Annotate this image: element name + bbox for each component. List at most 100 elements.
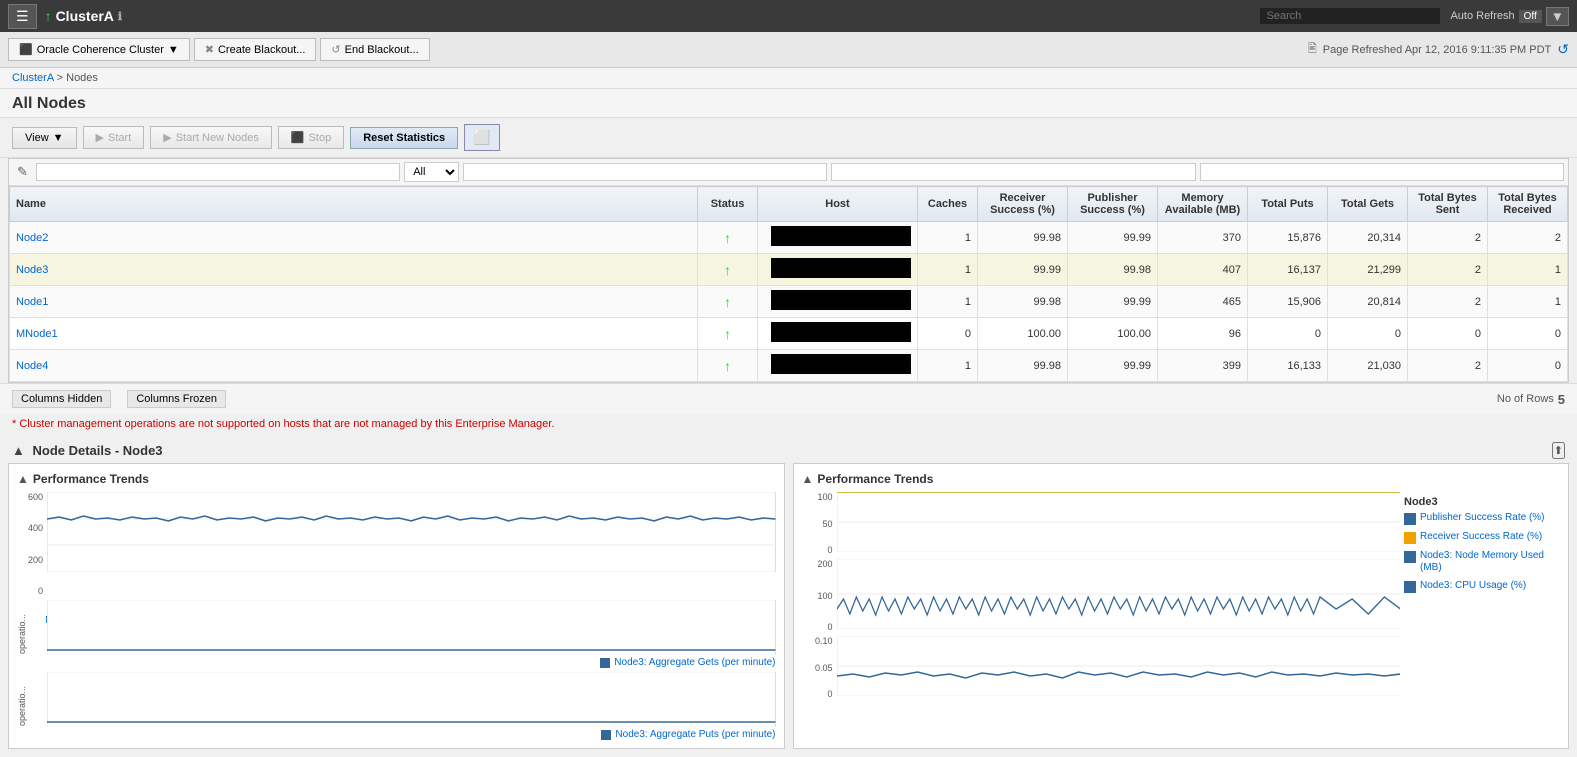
rows-info: No of Rows 5 bbox=[1497, 392, 1565, 407]
start-new-nodes-icon: ▶ bbox=[163, 131, 171, 144]
right-chart-2-y-axis: 200 100 0 bbox=[802, 559, 837, 632]
right-chart-3-y-axis: 0.10 0.05 0 bbox=[802, 636, 837, 699]
cell-total-bytes-sent: 2 bbox=[1408, 286, 1488, 318]
page-title: All Nodes bbox=[12, 95, 1565, 113]
cell-name[interactable]: Node1 bbox=[10, 286, 698, 318]
start-new-nodes-label: Start New Nodes bbox=[176, 132, 259, 144]
cell-total-puts: 15,906 bbox=[1248, 286, 1328, 318]
status-icon: ↑ bbox=[724, 326, 731, 342]
name-filter-input[interactable] bbox=[36, 163, 400, 181]
col-status[interactable]: Status bbox=[698, 187, 758, 222]
nav-bar: ⬛ Oracle Coherence Cluster ▼ ✖ Create Bl… bbox=[0, 32, 1577, 68]
reset-statistics-button[interactable]: Reset Statistics bbox=[350, 127, 458, 149]
search-input[interactable] bbox=[1260, 8, 1440, 24]
memory-used-legend-color bbox=[1404, 551, 1416, 563]
table-row: Node2 ↑ 1 99.98 99.99 370 15,876 20,314 … bbox=[10, 222, 1568, 254]
y-0-ch1: 0 bbox=[38, 586, 43, 596]
start-button[interactable]: ▶ Start bbox=[83, 126, 145, 149]
left-chart-3-container: operatio... Node3: Aggregate Puts (per m… bbox=[17, 672, 776, 740]
edit-icon[interactable]: ✎ bbox=[13, 162, 32, 182]
col-host[interactable]: Host bbox=[758, 187, 918, 222]
breadcrumb-cluster-link[interactable]: ClusterA bbox=[12, 72, 54, 84]
col-total-bytes-received[interactable]: Total BytesReceived bbox=[1488, 187, 1568, 222]
right-chart-arrow: ▲ bbox=[802, 472, 814, 486]
cell-caches: 1 bbox=[918, 286, 978, 318]
legend-item-cpu: Node3: CPU Usage (%) bbox=[1404, 580, 1556, 593]
node-details-collapse-button[interactable]: ⬆ bbox=[1552, 442, 1565, 459]
r-y-0-c2: 0 bbox=[827, 622, 832, 632]
info-icon[interactable]: ℹ bbox=[118, 10, 122, 23]
right-chart-3 bbox=[837, 636, 1401, 699]
left-chart-3-y-label: operatio... bbox=[17, 672, 47, 740]
table-body: Node2 ↑ 1 99.98 99.99 370 15,876 20,314 … bbox=[10, 222, 1568, 382]
end-blackout-button[interactable]: ↺ End Blackout... bbox=[320, 38, 429, 61]
export-button[interactable]: ⬜ bbox=[464, 124, 499, 151]
right-chart-2 bbox=[837, 559, 1401, 632]
col-caches[interactable]: Caches bbox=[918, 187, 978, 222]
hamburger-button[interactable]: ☰ bbox=[8, 4, 37, 29]
reset-statistics-label: Reset Statistics bbox=[363, 132, 445, 144]
view-button[interactable]: View ▼ bbox=[12, 127, 77, 149]
right-chart-1-container: 100 50 0 bbox=[802, 492, 1401, 555]
cell-status: ↑ bbox=[698, 222, 758, 254]
left-chart-2-legend: Node3: Aggregate Gets (per minute) bbox=[47, 657, 776, 668]
rows-count: 5 bbox=[1558, 392, 1565, 407]
right-chart-title-text: Performance Trends bbox=[817, 472, 933, 486]
start-new-nodes-button[interactable]: ▶ Start New Nodes bbox=[150, 126, 272, 149]
warning-text: * Cluster management operations are not … bbox=[12, 418, 554, 430]
cell-total-bytes-sent: 0 bbox=[1408, 318, 1488, 350]
section-collapse-icon[interactable]: ▲ bbox=[12, 443, 25, 458]
columns-hidden-button[interactable]: Columns Hidden bbox=[12, 390, 111, 408]
legend-item-memory-used: Node3: Node Memory Used (MB) bbox=[1404, 550, 1556, 574]
col-total-bytes-sent[interactable]: Total BytesSent bbox=[1408, 187, 1488, 222]
cell-publisher-success: 99.99 bbox=[1068, 350, 1158, 382]
host-filter-input[interactable] bbox=[463, 163, 827, 181]
left-chart-3: Node3: Aggregate Puts (per minute) bbox=[47, 672, 776, 740]
right-charts-column: 100 50 0 bbox=[802, 492, 1401, 699]
col-total-gets[interactable]: Total Gets bbox=[1328, 187, 1408, 222]
cell-name[interactable]: MNode1 bbox=[10, 318, 698, 350]
stop-button[interactable]: ⬛ Stop bbox=[278, 126, 344, 149]
left-chart-2: Node3: Aggregate Gets (per minute) bbox=[47, 600, 776, 668]
col-name[interactable]: Name bbox=[10, 187, 698, 222]
charts-area: ▲ Performance Trends 600 400 200 0 bbox=[0, 463, 1577, 757]
nodes-table-container: ✎ All Name Status Host Caches ReceiverSu… bbox=[8, 158, 1569, 383]
col-receiver-success[interactable]: ReceiverSuccess (%) bbox=[978, 187, 1068, 222]
cell-name[interactable]: Node4 bbox=[10, 350, 698, 382]
cell-name[interactable]: Node3 bbox=[10, 254, 698, 286]
cell-total-bytes-received: 0 bbox=[1488, 350, 1568, 382]
cell-memory-available: 370 bbox=[1158, 222, 1248, 254]
right-chart-1-svg bbox=[837, 492, 1401, 552]
right-chart-3-svg bbox=[837, 636, 1401, 696]
cell-total-bytes-sent: 2 bbox=[1408, 350, 1488, 382]
cell-memory-available: 407 bbox=[1158, 254, 1248, 286]
col-memory-available[interactable]: MemoryAvailable (MB) bbox=[1158, 187, 1248, 222]
publisher-legend-label[interactable]: Publisher Success Rate (%) bbox=[1420, 512, 1545, 524]
left-chart-1-svg bbox=[47, 492, 776, 572]
columns-frozen-button[interactable]: Columns Frozen bbox=[127, 390, 226, 408]
filter-row: ✎ All bbox=[9, 159, 1568, 186]
col-total-puts[interactable]: Total Puts bbox=[1248, 187, 1328, 222]
cell-host bbox=[758, 318, 918, 350]
coherence-icon: ⬛ bbox=[19, 43, 33, 56]
col-publisher-success[interactable]: PublisherSuccess (%) bbox=[1068, 187, 1158, 222]
receiver-legend-label[interactable]: Receiver Success Rate (%) bbox=[1420, 531, 1542, 543]
r-y-005: 0.05 bbox=[815, 663, 833, 673]
right-chart-1 bbox=[837, 492, 1401, 555]
memory-used-legend-label[interactable]: Node3: Node Memory Used (MB) bbox=[1420, 550, 1556, 574]
auto-refresh-dropdown[interactable]: ▼ bbox=[1546, 7, 1569, 26]
cpu-legend-label[interactable]: Node3: CPU Usage (%) bbox=[1420, 580, 1526, 592]
breadcrumb-separator: > bbox=[54, 72, 67, 84]
oracle-coherence-cluster-button[interactable]: ⬛ Oracle Coherence Cluster ▼ bbox=[8, 38, 190, 61]
col-filter2-input[interactable] bbox=[1200, 163, 1564, 181]
create-blackout-label: Create Blackout... bbox=[218, 44, 305, 56]
col-filter-input[interactable] bbox=[831, 163, 1195, 181]
status-filter-dropdown[interactable]: All bbox=[404, 162, 459, 182]
create-blackout-button[interactable]: ✖ Create Blackout... bbox=[194, 38, 317, 61]
cluster-name[interactable]: ClusterA bbox=[56, 8, 114, 24]
left-chart-2-y-label: operatio... bbox=[17, 600, 47, 668]
y-200: 200 bbox=[28, 555, 43, 565]
cell-name[interactable]: Node2 bbox=[10, 222, 698, 254]
cell-publisher-success: 100.00 bbox=[1068, 318, 1158, 350]
manual-refresh-icon[interactable]: ↺ bbox=[1557, 41, 1569, 58]
